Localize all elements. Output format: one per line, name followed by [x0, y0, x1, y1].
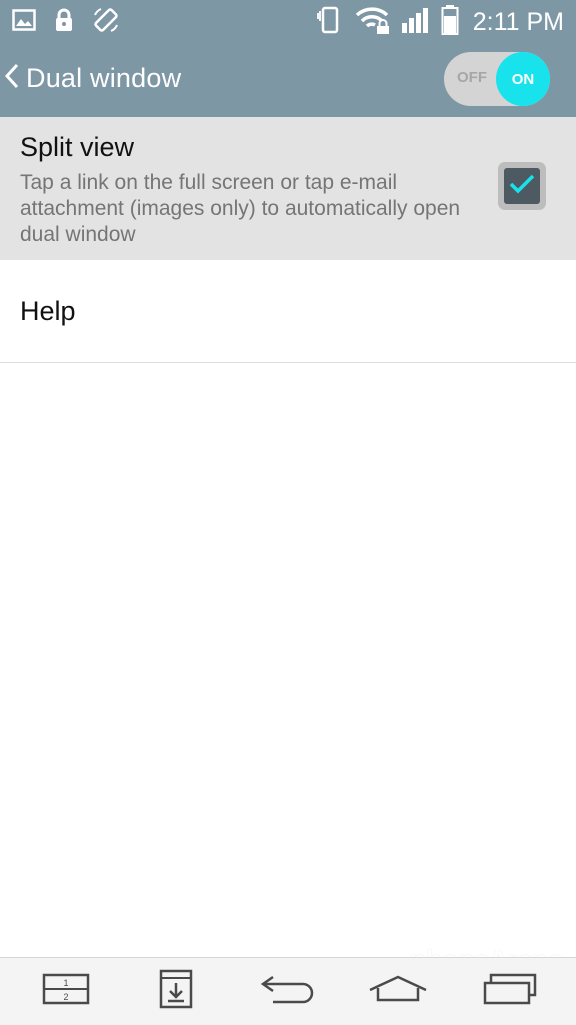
checkmark-icon	[508, 172, 536, 201]
notes-icon	[159, 969, 193, 1014]
status-bar-left	[12, 6, 120, 39]
clock: 2:11 PM	[472, 8, 564, 36]
signal-icon	[401, 5, 431, 40]
dual-window-number-2: 2	[63, 992, 68, 1002]
dual-window-number-1: 1	[63, 978, 68, 988]
dual-window-icon: 1 2	[42, 973, 90, 1010]
status-bar: 2:11 PM	[0, 0, 576, 40]
screen-rotation-icon	[92, 6, 120, 39]
toggle-off-label: OFF	[457, 69, 487, 86]
toggle-knob: ON	[496, 52, 550, 106]
dual-window-button[interactable]: 1 2	[26, 958, 106, 1025]
split-view-checkbox[interactable]	[498, 162, 546, 210]
dual-window-toggle[interactable]: OFF ON	[444, 52, 550, 106]
recent-apps-icon	[481, 973, 539, 1010]
home-icon	[366, 974, 430, 1009]
back-nav-button[interactable]	[248, 958, 328, 1025]
help-label: Help	[20, 296, 76, 326]
back-icon	[259, 972, 317, 1011]
help-item[interactable]: Help	[0, 261, 576, 363]
battery-icon	[441, 4, 459, 41]
chevron-left-icon	[4, 62, 20, 95]
toggle-on-label: ON	[511, 70, 535, 88]
split-view-title: Split view	[20, 132, 135, 162]
back-button[interactable]: Dual window	[0, 40, 181, 117]
image-icon	[12, 9, 36, 36]
navigation-bar: 1 2	[0, 957, 576, 1025]
page-title: Dual window	[26, 63, 182, 93]
wifi-lock-icon	[355, 5, 391, 40]
split-view-setting[interactable]: Split view Tap a link on the full screen…	[0, 117, 576, 260]
home-button[interactable]	[358, 958, 438, 1025]
notes-button[interactable]	[136, 958, 216, 1025]
status-bar-right: 2:11 PM	[315, 4, 564, 41]
lock-icon	[54, 8, 74, 37]
vibrate-icon	[315, 5, 345, 40]
checkbox-fill	[504, 168, 540, 204]
split-view-description: Tap a link on the full screen or tap e-m…	[20, 171, 461, 246]
action-bar: Dual window OFF ON	[0, 40, 576, 117]
recent-apps-button[interactable]	[470, 958, 550, 1025]
